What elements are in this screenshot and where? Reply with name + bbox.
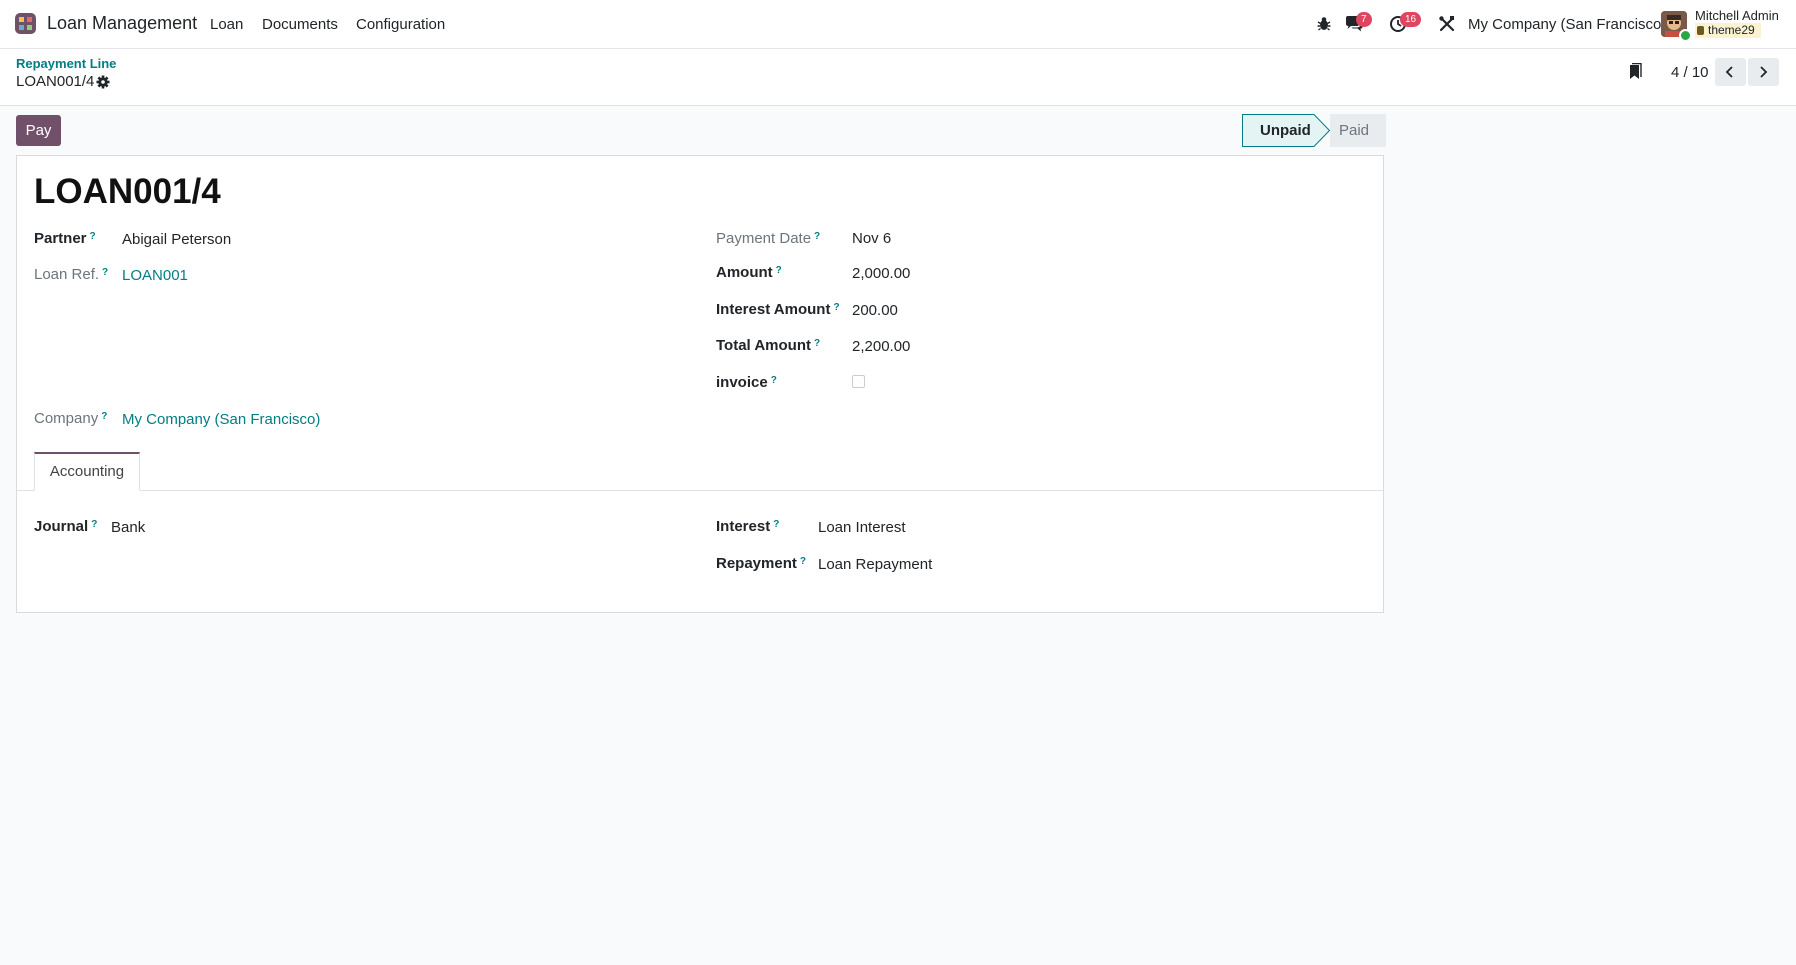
total-amount-field[interactable]: 2,200.00: [852, 338, 910, 355]
company-label: Company?: [34, 410, 107, 427]
pay-button[interactable]: Pay: [16, 115, 61, 146]
breadcrumb-parent[interactable]: Repayment Line: [16, 56, 116, 71]
payment-date-field[interactable]: Nov 6: [852, 230, 891, 247]
database-icon: [1697, 26, 1704, 35]
interest-amount-label: Interest Amount?: [716, 301, 840, 318]
loan-ref-label: Loan Ref.?: [34, 266, 108, 283]
journal-field[interactable]: Bank: [111, 519, 145, 536]
tabs-divider: [17, 490, 1383, 491]
help-marker[interactable]: ?: [771, 375, 777, 386]
company-switcher[interactable]: My Company (San Francisco): [1468, 16, 1666, 33]
database-name: theme29: [1708, 23, 1755, 37]
repayment-field[interactable]: Loan Repayment: [818, 556, 932, 573]
form-sheet: LOAN001/4 Partner? Abigail Peterson Loan…: [16, 155, 1384, 613]
pager-value[interactable]: 4 / 10: [1671, 64, 1709, 81]
help-marker[interactable]: ?: [814, 231, 820, 242]
stage-unpaid[interactable]: Unpaid: [1242, 114, 1314, 147]
control-panel: Repayment Line LOAN001/4 4 / 10: [0, 49, 1796, 106]
interest-field[interactable]: Loan Interest: [818, 519, 906, 536]
bookmark-icon[interactable]: [1627, 62, 1643, 85]
invoice-checkbox[interactable]: [852, 375, 865, 388]
menu-documents[interactable]: Documents: [262, 16, 338, 33]
chevron-left-icon: [1725, 66, 1733, 78]
payment-date-label-text: Payment Date: [716, 230, 812, 247]
messages-badge: 7: [1356, 12, 1372, 27]
pager-previous-button[interactable]: [1715, 58, 1746, 86]
user-name[interactable]: Mitchell Admin: [1695, 8, 1779, 23]
invoice-label: invoice?: [716, 374, 777, 391]
loan-ref-link[interactable]: LOAN001: [122, 267, 188, 284]
help-marker[interactable]: ?: [91, 519, 97, 530]
stage-arrow-icon: [1313, 114, 1331, 147]
breadcrumb-current: LOAN001/4: [16, 73, 95, 90]
help-marker[interactable]: ?: [776, 265, 782, 276]
chevron-right-icon: [1760, 66, 1768, 78]
repayment-label: Repayment?: [716, 555, 806, 572]
app-title[interactable]: Loan Management: [47, 13, 197, 34]
online-status-icon: [1679, 29, 1692, 42]
journal-label-text: Journal: [34, 518, 89, 535]
interest-amount-field[interactable]: 200.00: [852, 302, 898, 319]
loan-ref-label-text: Loan Ref.: [34, 266, 100, 283]
total-amount-label: Total Amount?: [716, 337, 820, 354]
tools-icon[interactable]: [1437, 14, 1457, 34]
interest-label-text: Interest: [716, 518, 771, 535]
partner-label-text: Partner: [34, 230, 87, 247]
help-marker[interactable]: ?: [90, 231, 96, 242]
amount-field[interactable]: 2,000.00: [852, 265, 910, 282]
repayment-label-text: Repayment: [716, 555, 797, 572]
bug-icon[interactable]: [1314, 14, 1334, 34]
menu-configuration[interactable]: Configuration: [356, 16, 445, 33]
record-title: LOAN001/4: [34, 172, 221, 211]
partner-field[interactable]: Abigail Peterson: [122, 231, 231, 248]
payment-date-label: Payment Date?: [716, 230, 820, 247]
amount-label: Amount?: [716, 264, 782, 281]
tab-accounting[interactable]: Accounting: [34, 452, 140, 491]
help-marker[interactable]: ?: [814, 338, 820, 349]
top-navbar: Loan Management Loan Documents Configura…: [0, 0, 1796, 49]
help-marker[interactable]: ?: [773, 519, 779, 530]
company-link[interactable]: My Company (San Francisco): [122, 411, 320, 428]
partner-label: Partner?: [34, 230, 96, 247]
help-marker[interactable]: ?: [800, 556, 806, 567]
help-marker[interactable]: ?: [101, 411, 107, 422]
activities-badge: 16: [1400, 12, 1422, 27]
database-tag: theme29: [1695, 23, 1761, 38]
stage-paid[interactable]: Paid: [1330, 114, 1386, 147]
help-marker[interactable]: ?: [102, 267, 108, 278]
journal-label: Journal?: [34, 518, 97, 535]
pager-next-button[interactable]: [1748, 58, 1779, 86]
help-marker[interactable]: ?: [833, 302, 839, 313]
gear-icon[interactable]: [96, 75, 110, 93]
interest-amount-label-text: Interest Amount: [716, 301, 831, 318]
invoice-label-text: invoice: [716, 374, 768, 391]
company-label-text: Company: [34, 410, 99, 427]
total-amount-label-text: Total Amount: [716, 337, 811, 354]
menu-loan[interactable]: Loan: [210, 16, 243, 33]
interest-label: Interest?: [716, 518, 779, 535]
amount-label-text: Amount: [716, 264, 773, 281]
app-icon[interactable]: [15, 13, 36, 34]
